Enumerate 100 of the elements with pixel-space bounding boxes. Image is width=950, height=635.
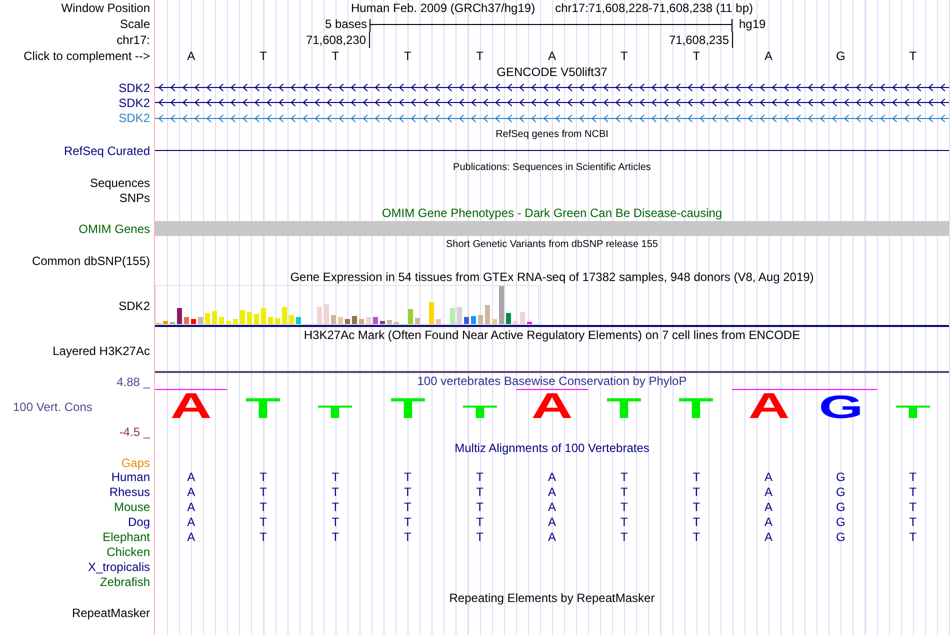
database-label: hg19	[739, 17, 766, 31]
gene-label[interactable]: SDK2	[118, 80, 150, 95]
axis-max-label: 4.88 _	[116, 374, 150, 389]
track-label[interactable]: RefSeq Curated	[64, 144, 150, 158]
base-letter: T	[620, 500, 628, 514]
base-letter: A	[764, 500, 773, 514]
species-label: Mouse	[114, 500, 150, 514]
base-letter: G	[836, 485, 846, 500]
logo-letter: A	[748, 388, 790, 419]
base-letter: T	[260, 530, 267, 544]
scale-text: 5 bases	[324, 17, 367, 31]
base-letter: T	[404, 500, 412, 514]
base-letter: T	[692, 49, 700, 63]
position-title: chr17:71,608,228-71,608,238 (11 bp)	[555, 1, 754, 15]
base-letter: T	[909, 470, 917, 484]
base-letter: T	[476, 470, 484, 484]
gene-line[interactable]	[155, 150, 949, 152]
base-letter: A	[187, 485, 196, 500]
base-letter: T	[404, 470, 412, 484]
species-label: X_tropicalis	[88, 560, 150, 574]
track-label: Layered H3K27Ac	[52, 344, 150, 358]
assembly-title: Human Feb. 2009 (GRCh37/hg19)	[350, 1, 536, 15]
base-letter: A	[764, 485, 773, 500]
track-label: Window Position	[61, 1, 150, 15]
base-letter: T	[692, 500, 700, 514]
base-letter: T	[476, 515, 484, 530]
track-label: Sequences	[90, 176, 150, 190]
base-letter: T	[620, 470, 628, 484]
gene-label: SDK2	[118, 298, 150, 313]
complement-link[interactable]: Click to complement -->	[24, 49, 150, 63]
base-letter: T	[332, 485, 340, 500]
logo-letter: T	[462, 402, 498, 419]
track-title: 100 vertebrates Basewise Conservation by PhyloP	[417, 374, 687, 388]
base-letter: A	[187, 500, 196, 514]
track-label: OMIM Genes	[78, 222, 150, 236]
base-letter: T	[620, 485, 628, 500]
track-title: Repeating Elements by RepeatMasker	[449, 590, 655, 605]
base-letter: T	[909, 515, 917, 530]
base-letter: A	[187, 515, 196, 530]
base-letter: T	[692, 515, 700, 530]
base-letter: A	[187, 530, 196, 544]
expression-bars-drawing[interactable]	[155, 284, 539, 325]
base-letter: G	[836, 530, 846, 544]
base-letter: T	[692, 485, 700, 500]
base-letter: G	[836, 500, 846, 514]
base-letter: T	[909, 49, 917, 63]
base-letter: T	[404, 515, 412, 530]
species-label: Dog	[128, 515, 150, 530]
logo-letter: A	[170, 388, 212, 419]
base-letter: T	[620, 49, 628, 63]
species-label: Human	[111, 470, 150, 484]
base-letter: T	[476, 485, 484, 500]
track-label: 100 Vert. Cons	[12, 400, 94, 414]
track-title: RefSeq genes from NCBI	[496, 128, 608, 140]
base-letter: G	[836, 49, 846, 63]
base-letter: T	[909, 500, 917, 514]
species-label: Rhesus	[109, 485, 150, 500]
base-letter: A	[548, 470, 556, 484]
track-label: Gaps	[121, 456, 150, 470]
base-letter: A	[764, 515, 773, 530]
logo-letter: G	[818, 388, 864, 419]
base-letter: A	[764, 49, 773, 63]
base-letter: A	[187, 49, 196, 63]
track-title: Publications: Sequences in Scientific Articles	[453, 162, 651, 173]
base-letter: A	[187, 470, 196, 484]
base-letter: T	[620, 530, 628, 544]
base-letter: G	[836, 515, 846, 530]
logo-letter: T	[678, 392, 714, 419]
base-letter: T	[260, 470, 267, 484]
gene-label[interactable]: SDK2	[118, 96, 150, 110]
base-letter: T	[260, 500, 267, 514]
gene-label[interactable]: SDK2	[118, 111, 150, 126]
base-letter: T	[332, 530, 340, 544]
track-label: RepeatMasker	[72, 606, 150, 620]
track-label: chr17:	[116, 33, 150, 47]
coordinate-label: 71,608,230	[306, 33, 366, 47]
base-letter: A	[548, 49, 556, 63]
logo-letter: T	[390, 392, 426, 419]
base-letter: T	[404, 530, 412, 544]
base-letter: T	[332, 470, 340, 484]
base-letter: A	[764, 530, 773, 544]
track-title: GENCODE V50lift37	[496, 65, 608, 79]
track-title: OMIM Gene Phenotypes - Dark Green Can Be Disease-causing	[382, 206, 722, 220]
track-label: SNPs	[119, 191, 150, 206]
base-letter: T	[620, 515, 628, 530]
logo-letter: A	[531, 388, 573, 419]
logo-letter: T	[246, 392, 281, 419]
species-label: Zebrafish	[100, 575, 150, 590]
base-letter: T	[332, 500, 340, 514]
base-letter: A	[548, 515, 556, 530]
base-letter: T	[332, 515, 340, 530]
base-letter: T	[404, 485, 412, 500]
base-letter: T	[476, 49, 484, 63]
species-label: Chicken	[106, 545, 150, 560]
base-letter: T	[476, 500, 484, 514]
base-letter: G	[836, 470, 846, 484]
base-letter: T	[692, 530, 700, 544]
base-letter: T	[404, 49, 412, 63]
base-letter: T	[909, 485, 917, 500]
track-title: Gene Expression in 54 tissues from GTEx RNA-seq of 17382 samples, 948 donors (V8, Aug 2019)	[290, 270, 814, 284]
